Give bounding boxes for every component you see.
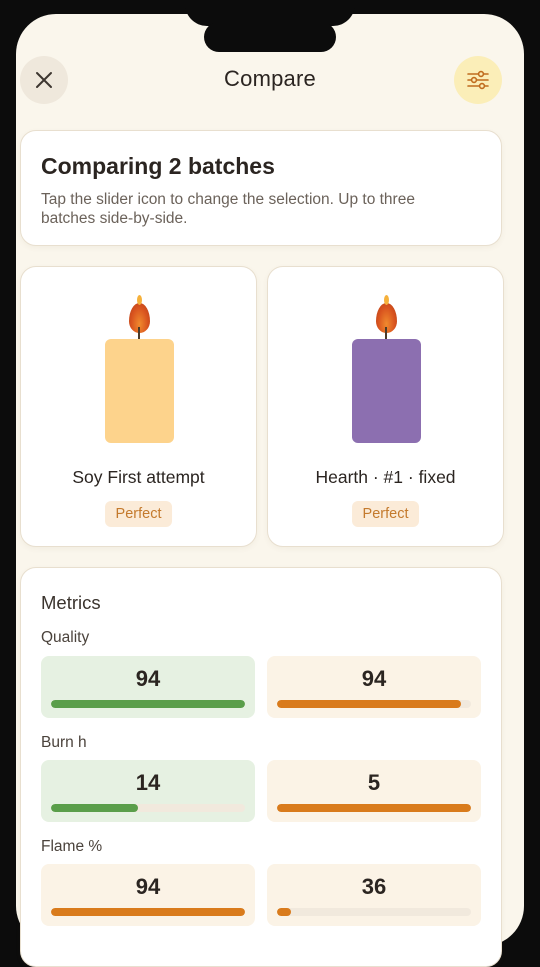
metrics-title: Metrics [41,592,101,613]
metric-tile: 36 [267,864,481,926]
metric-value: 94 [361,666,387,691]
metric-bar-fill [51,908,245,916]
metrics-card: Metrics Quality 94 94 Burn h 14 5 Flame … [20,567,502,967]
intro-title: Comparing 2 batches [41,153,275,179]
metric-bar-track [51,700,245,708]
status-badge: Perfect [104,501,173,527]
candle-illustration [268,293,503,443]
metric-bar-track [51,908,245,916]
metric-value: 14 [135,770,161,795]
candle-illustration [21,293,256,443]
metric-bar-track [277,908,471,916]
metric-value: 94 [135,874,161,899]
batch-name: Hearth · #1 · fixed [315,467,456,487]
selection-filter-button[interactable] [454,56,502,104]
metric-bar-fill [51,804,139,812]
batch-card[interactable]: Hearth · #1 · fixed Perfect [267,266,504,547]
wick [138,327,140,339]
metric-bar-fill [51,700,245,708]
intro-description: Tap the slider icon to change the select… [41,191,415,227]
metric-bar-track [51,804,245,812]
metric-bar-track [277,804,471,812]
metric-bar-fill [277,908,291,916]
metric-tile: 5 [267,760,481,822]
intro-card: Comparing 2 batches Tap the slider icon … [20,130,502,246]
metric-tile: 94 [41,864,255,926]
status-badge: Perfect [351,501,420,527]
metric-value: 36 [361,874,387,899]
flame-tip [384,295,389,305]
metric-label: Quality [41,629,90,646]
metric-bar-fill [277,804,471,812]
candle-body [352,339,421,443]
phone-frame: Compare Comparing 2 batches Tap the slid… [0,0,540,967]
metric-label: Burn h [41,734,87,751]
metric-value: 5 [367,770,381,795]
dynamic-island [204,22,336,52]
metric-tile: 94 [41,656,255,718]
sliders-icon [467,70,489,90]
metric-value: 94 [135,666,161,691]
wick [385,327,387,339]
batch-card[interactable]: Soy First attempt Perfect [20,266,257,547]
flame-tip [137,295,142,305]
metric-bar-track [277,700,471,708]
metric-label: Flame % [41,838,103,855]
metric-bar-fill [277,700,462,708]
batch-name: Soy First attempt [72,467,205,487]
metric-tile: 14 [41,760,255,822]
candle-body [105,339,174,443]
metric-tile: 94 [267,656,481,718]
